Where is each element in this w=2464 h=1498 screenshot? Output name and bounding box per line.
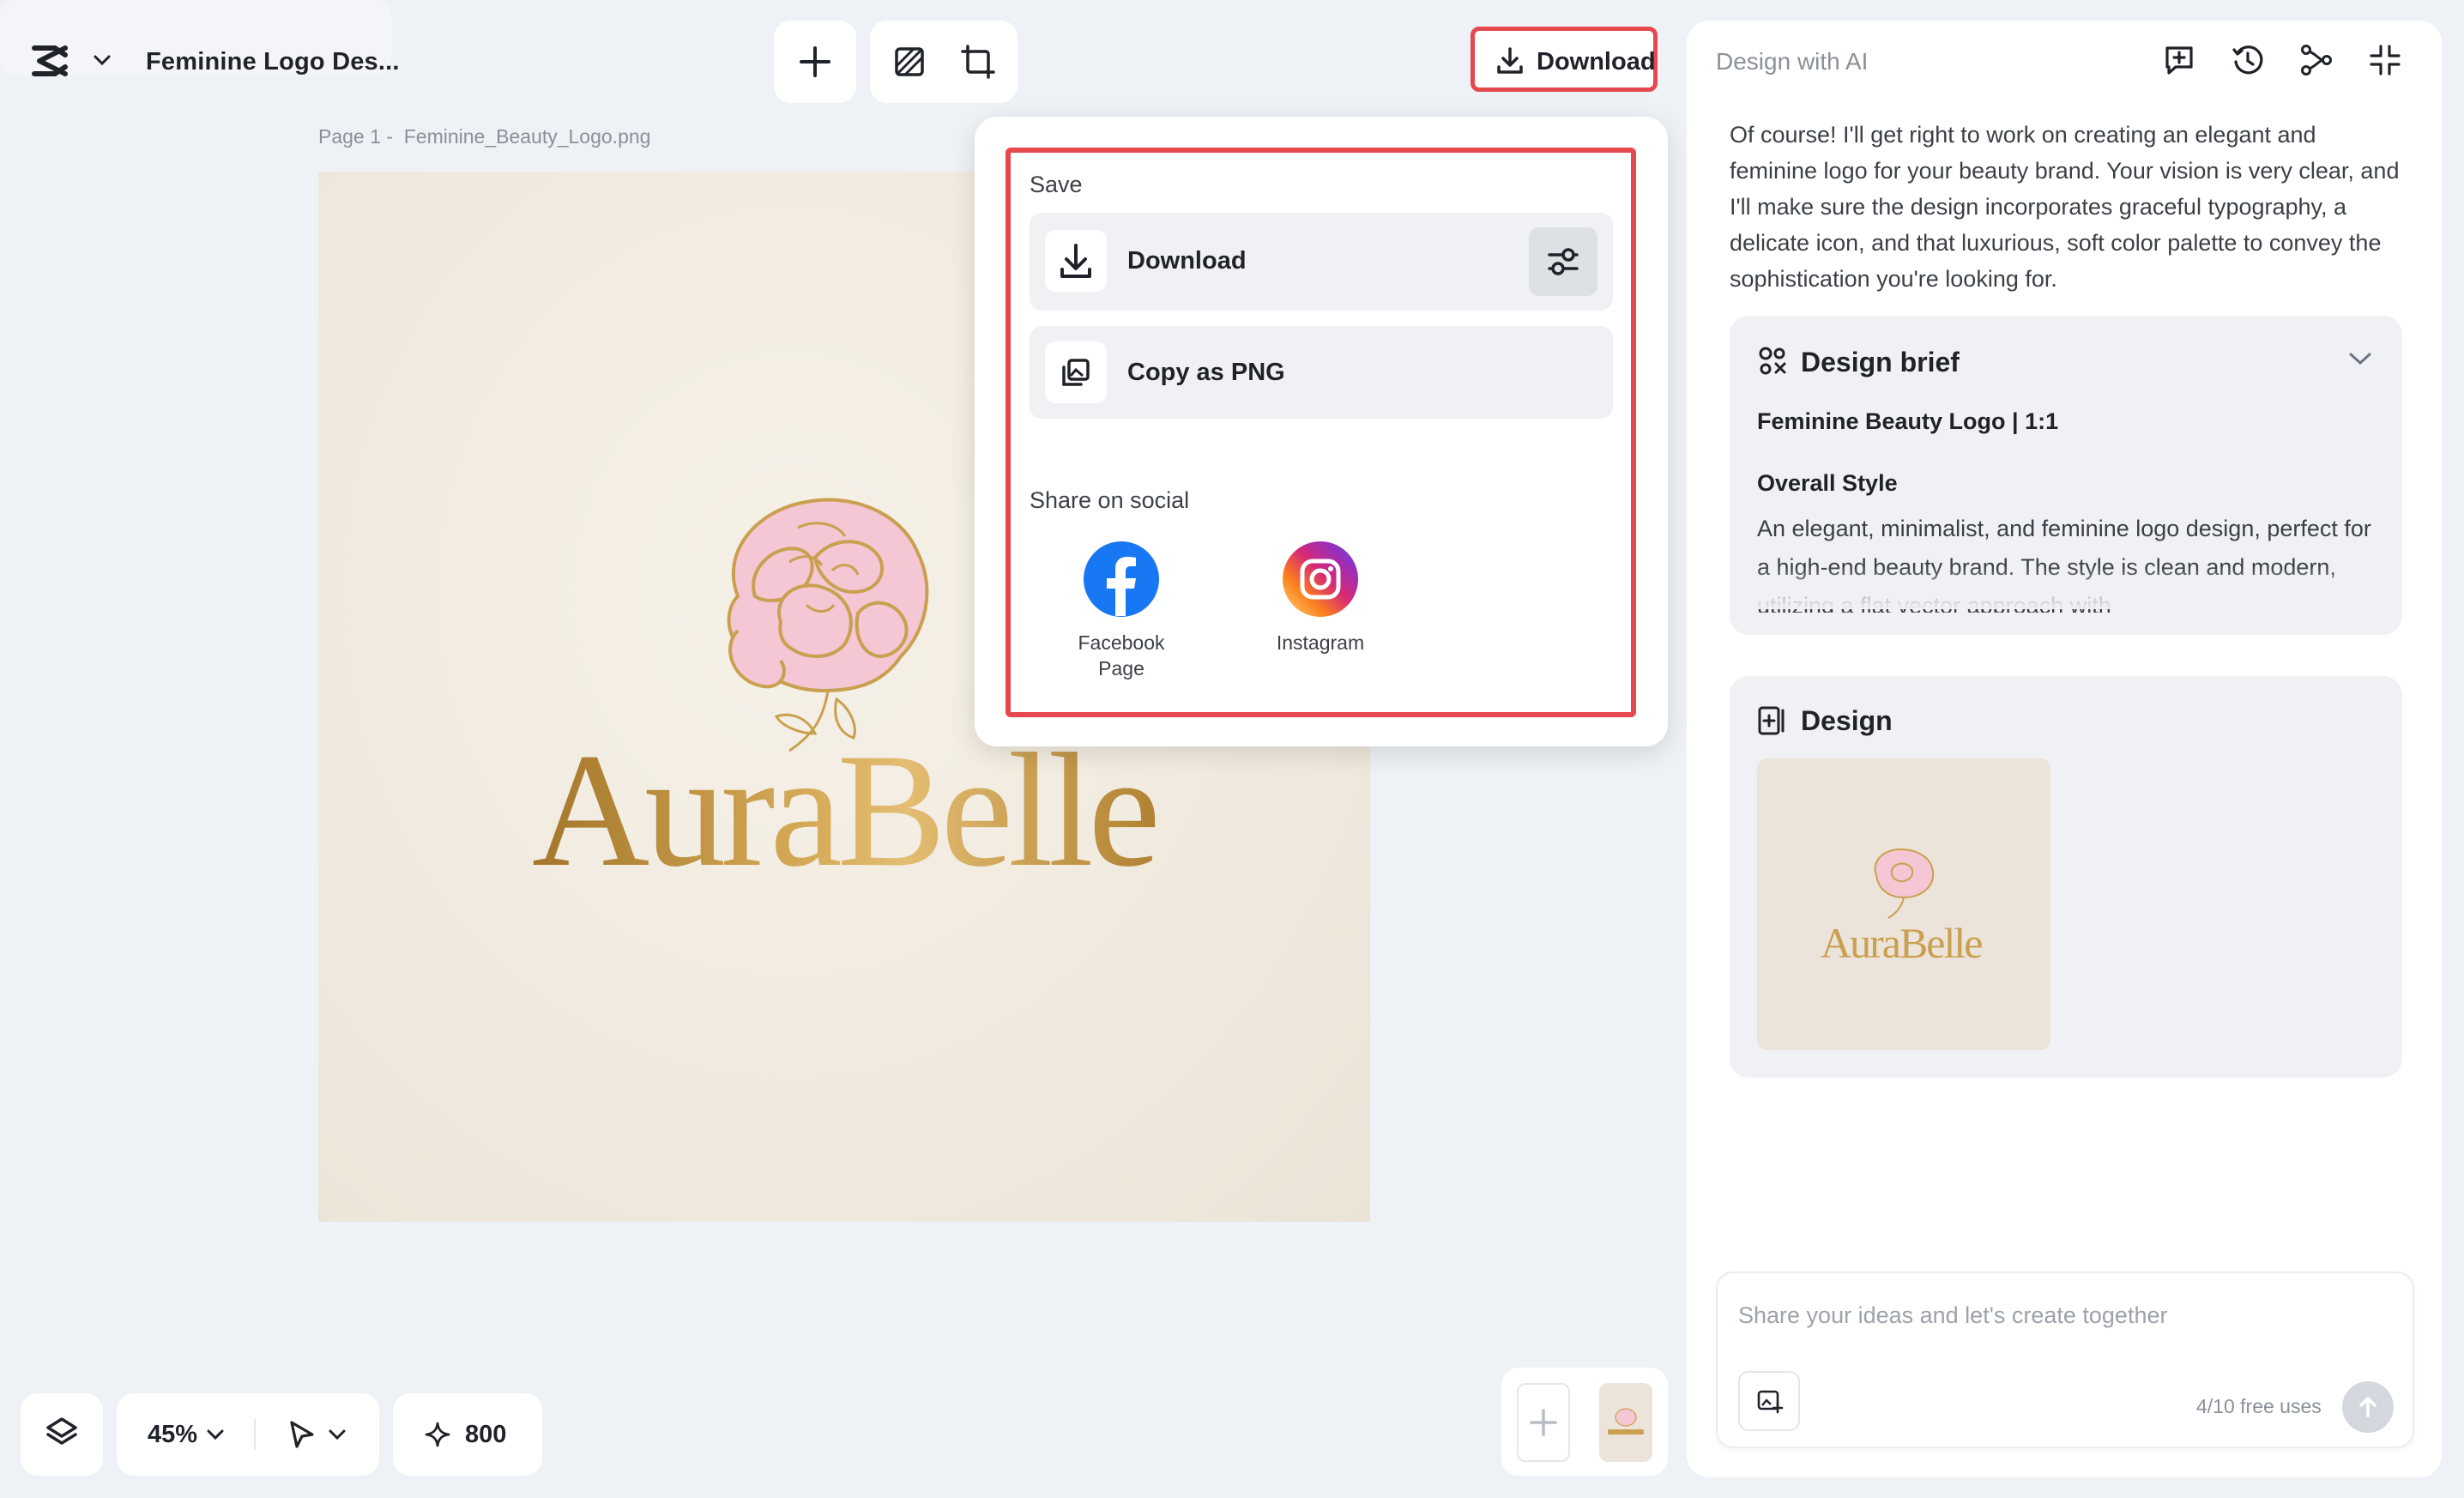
design-brief-icon [1757,345,1788,376]
facebook-label-line2: Page [1098,657,1144,680]
page-thumbnail[interactable] [1599,1383,1652,1462]
instagram-icon [1283,541,1358,617]
copy-item-icon-box [1045,341,1107,403]
free-uses-counter: 4/10 free uses [2196,1395,2322,1417]
collapse-icon[interactable] [2368,43,2402,77]
page-label: Page 1 - Feminine_Beauty_Logo.png [318,125,650,148]
copy-image-icon [1062,359,1090,386]
design-brief-heading: Design brief [1801,347,1960,378]
thumbnail-wordmark: AuraBelle [1821,919,1983,967]
page-thumbnail-graphic [1608,1408,1644,1435]
facebook-share-label: Facebook Page [1048,630,1194,681]
history-icon[interactable] [2231,43,2265,77]
share-heading: Share on social [1030,487,1190,513]
ai-response-message: Of course! I'll get right to work on cre… [1730,122,2400,292]
send-button[interactable] [2342,1381,2394,1433]
download-menu-item[interactable]: Download [1030,213,1613,311]
copy-as-png-label: Copy as PNG [1127,359,1285,386]
panel-title: Design with AI [1716,48,1869,75]
chevron-down-icon[interactable] [93,53,112,67]
add-button[interactable] [774,21,856,103]
brief-fade-overlay [1730,566,2399,609]
instagram-share-button[interactable] [1282,541,1359,618]
facebook-share-button[interactable] [1083,541,1160,618]
facebook-label-line1: Facebook [1078,631,1165,654]
design-brief-subtitle: Feminine Beauty Logo | 1:1 [1757,408,2059,434]
plus-icon [800,46,830,77]
download-button[interactable]: Download [1471,27,1658,92]
download-icon [1495,46,1525,76]
toolbar-divider [254,1419,256,1450]
chevron-down-icon[interactable] [2347,350,2373,367]
overall-style-heading: Overall Style [1757,470,1898,496]
arrow-up-icon [2359,1397,2376,1417]
instagram-share-label: Instagram [1276,631,1365,654]
save-heading: Save [1030,172,1083,197]
credits-count: 800 [465,1421,507,1448]
download-settings-button[interactable] [1529,227,1597,296]
plus-icon [1530,1409,1557,1436]
download-item-icon-box [1045,230,1107,292]
sparkle-icon [424,1421,451,1448]
prompt-input-box[interactable] [1716,1271,2414,1448]
upload-image-button[interactable] [1738,1371,1800,1431]
page-number: Page 1 - [318,125,393,148]
add-page-button[interactable] [1517,1383,1570,1462]
facebook-icon [1084,541,1159,617]
resize-canvas-icon[interactable] [961,45,995,79]
page-filename[interactable]: Feminine_Beauty_Logo.png [404,125,651,148]
canvas-tools-group [870,21,1018,103]
background-pattern-icon[interactable] [894,46,925,77]
thumbnail-flower-graphic [1874,848,1935,919]
new-chat-icon[interactable] [2162,43,2196,77]
copy-as-png-menu-item[interactable]: Copy as PNG [1030,326,1613,419]
layers-button[interactable] [21,1393,103,1476]
chevron-down-icon[interactable] [328,1428,347,1441]
capcut-logo-icon[interactable] [31,43,70,79]
download-button-label: Download [1537,48,1656,76]
chevron-down-icon[interactable] [206,1428,225,1441]
download-icon [1060,244,1091,278]
sliders-icon [1548,248,1579,275]
prompt-input[interactable]: Share your ideas and let's create togeth… [1738,1302,2167,1329]
workflow-icon[interactable] [2299,43,2334,77]
logo-wordmark: AuraBelle [532,721,1161,901]
add-image-icon [1757,1390,1784,1414]
design-thumbnail[interactable]: AuraBelle [1757,758,2050,1050]
pointer-tool-icon[interactable] [287,1419,317,1450]
design-icon [1757,705,1786,736]
project-title[interactable]: Feminine Logo Des... [146,48,400,76]
download-menu-label: Download [1127,247,1247,275]
design-heading: Design [1801,705,1893,736]
layers-icon [46,1417,77,1445]
zoom-level[interactable]: 45% [148,1421,197,1449]
